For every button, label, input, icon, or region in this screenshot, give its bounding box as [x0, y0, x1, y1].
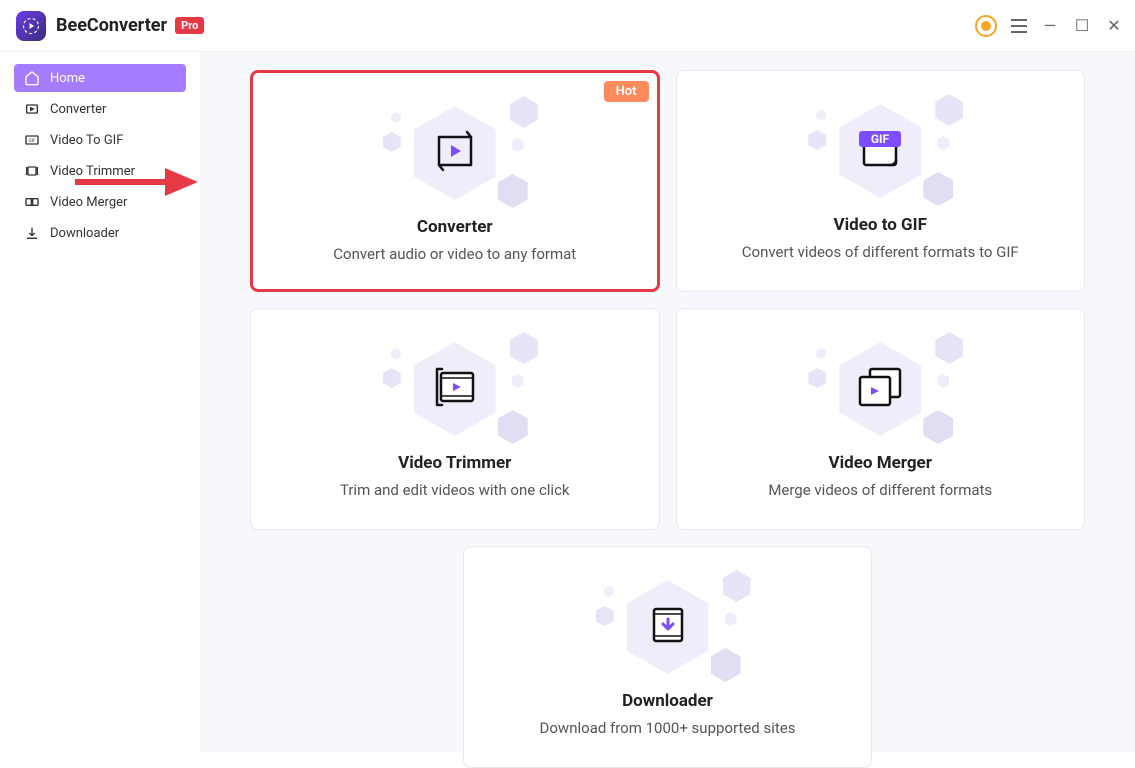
card-icon-wrap	[695, 329, 1067, 449]
sidebar-item-label: Video To GIF	[50, 133, 123, 148]
maximize-button[interactable]: ☐	[1073, 16, 1091, 35]
card-title: Video to GIF	[834, 215, 927, 235]
home-icon	[24, 70, 40, 86]
card-title: Downloader	[622, 691, 713, 711]
card-desc: Convert videos of different formats to G…	[742, 243, 1019, 261]
downloader-icon	[24, 225, 40, 241]
titlebar-controls: — ☐ ✕	[975, 15, 1123, 37]
minimize-button[interactable]: —	[1041, 16, 1059, 35]
trimmer-icon	[24, 163, 40, 179]
menu-icon[interactable]	[1011, 19, 1027, 33]
card-icon-wrap: GIF	[695, 91, 1067, 211]
card-icon-wrap	[269, 329, 641, 449]
main-area: Hot Converter Convert audio or video to …	[200, 52, 1135, 752]
merger-icon	[24, 194, 40, 210]
sidebar-item-home[interactable]: Home	[14, 64, 186, 92]
svg-text:GIF: GIF	[28, 138, 35, 144]
app-title: BeeConverter	[56, 15, 167, 36]
titlebar: BeeConverter Pro — ☐ ✕	[0, 0, 1135, 52]
pro-badge: Pro	[175, 17, 204, 34]
sidebar-item-downloader[interactable]: Downloader	[14, 219, 186, 247]
card-desc: Convert audio or video to any format	[333, 245, 576, 263]
red-arrow-annotation	[70, 162, 200, 206]
converter-icon	[24, 101, 40, 117]
card-video-to-gif[interactable]: GIF Video to GIF Convert videos of diffe…	[676, 70, 1086, 292]
sidebar-item-label: Converter	[50, 102, 106, 117]
converter-card-icon	[429, 125, 481, 181]
card-video-merger[interactable]: Video Merger Merge videos of different f…	[676, 308, 1086, 530]
merger-card-icon	[852, 361, 908, 417]
sidebar: Home Converter GIF Video To GIF Video Tr…	[0, 52, 200, 752]
card-grid: Hot Converter Convert audio or video to …	[250, 70, 1085, 768]
card-title: Converter	[417, 217, 493, 237]
card-downloader[interactable]: Downloader Download from 1000+ supported…	[463, 546, 873, 768]
sidebar-item-converter[interactable]: Converter	[14, 95, 186, 123]
card-converter[interactable]: Hot Converter Convert audio or video to …	[250, 70, 660, 292]
card-icon-wrap	[271, 93, 639, 213]
card-desc: Download from 1000+ supported sites	[540, 719, 796, 737]
close-button[interactable]: ✕	[1105, 16, 1123, 35]
sidebar-item-label: Home	[50, 71, 85, 86]
card-desc: Merge videos of different formats	[768, 481, 992, 499]
sidebar-item-video-to-gif[interactable]: GIF Video To GIF	[14, 126, 186, 154]
card-icon-wrap	[482, 567, 854, 687]
card-video-trimmer[interactable]: Video Trimmer Trim and edit videos with …	[250, 308, 660, 530]
downloader-card-icon	[642, 599, 694, 655]
card-title: Video Merger	[829, 453, 932, 473]
svg-text:GIF: GIF	[871, 132, 890, 146]
sidebar-item-label: Downloader	[50, 226, 119, 241]
gif-icon: GIF	[24, 132, 40, 148]
card-title: Video Trimmer	[398, 453, 511, 473]
card-desc: Trim and edit videos with one click	[340, 481, 570, 499]
user-icon[interactable]	[975, 15, 997, 37]
content: Home Converter GIF Video To GIF Video Tr…	[0, 52, 1135, 752]
trimmer-card-icon	[427, 361, 483, 417]
app-logo	[16, 11, 46, 41]
gif-card-icon: GIF	[852, 123, 908, 179]
